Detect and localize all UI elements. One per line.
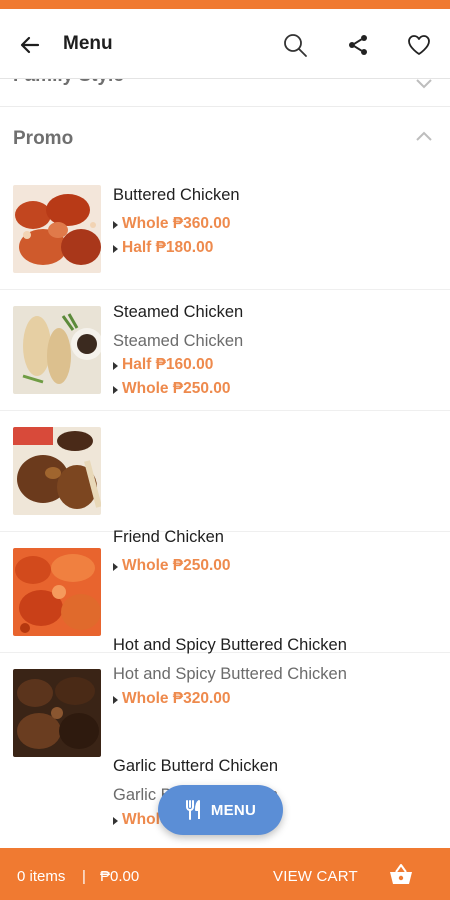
heart-icon [408, 35, 430, 55]
menu-fab-label: MENU [210, 801, 257, 819]
status-accent-strip [0, 0, 450, 9]
basket-icon[interactable] [388, 863, 414, 887]
app-bar: Menu [0, 9, 450, 79]
bullet-icon [113, 386, 118, 394]
bullet-icon [113, 362, 118, 370]
food-photo [13, 306, 101, 394]
cart-bar[interactable]: 0 items | ₱0.00 VIEW CART [0, 848, 450, 900]
search-icon [284, 34, 307, 57]
menu-item-steamed-chicken[interactable]: Steamed Chicken Steamed Chicken Half ₱16… [0, 290, 450, 411]
chevron-up-icon [416, 131, 432, 141]
menu-fab-button[interactable]: MENU [158, 785, 283, 835]
price-option[interactable]: Half ₱160.00 [113, 356, 213, 374]
share-button[interactable] [344, 31, 372, 59]
bullet-icon [113, 221, 118, 229]
favorite-button[interactable] [405, 31, 433, 59]
menu-item-friend-chicken[interactable]: Friend Chicken Whole ₱250.00 [0, 411, 450, 574]
price-option[interactable]: Half ₱180.00 [113, 239, 213, 257]
menu-item-hot-spicy-buttered-chicken[interactable]: Hot and Spicy Buttered Chicken Hot and S… [0, 532, 450, 707]
chevron-down-icon [416, 79, 432, 89]
page-title: Menu [63, 33, 113, 54]
section-title: Promo [13, 128, 74, 149]
share-icon [349, 35, 367, 55]
item-description: Steamed Chicken [113, 332, 244, 350]
back-button[interactable] [16, 31, 44, 59]
price-option[interactable]: Whole ₱250.00 [113, 380, 231, 398]
section-header-promo[interactable]: Promo [0, 109, 450, 169]
section-title: Family Style [13, 79, 124, 87]
item-name: Garlic Butterd Chicken [113, 757, 279, 775]
item-name: Steamed Chicken [113, 303, 244, 321]
food-photo [13, 427, 101, 515]
price-text: Whole ₱250.00 [122, 380, 231, 397]
price-text: Half ₱180.00 [122, 239, 214, 256]
price-text: Half ₱160.00 [122, 356, 214, 373]
menu-item-garlic-butterd-chicken[interactable]: Garlic Butterd Chicken Garlic Butterd Ch… [0, 653, 450, 828]
bullet-icon [113, 817, 118, 825]
menu-content: Family Style Promo Buttered Chicken Whol… [0, 79, 450, 848]
cart-item-count: 0 items [17, 868, 66, 885]
price-option[interactable]: Whole ₱360.00 [113, 215, 231, 233]
menu-item-buttered-chicken[interactable]: Buttered Chicken Whole ₱360.00 Half ₱180… [0, 169, 450, 290]
bullet-icon [113, 245, 118, 253]
food-photo [13, 669, 101, 757]
cart-total: ₱0.00 [100, 868, 140, 885]
item-name: Buttered Chicken [113, 186, 240, 204]
view-cart-button[interactable]: VIEW CART [273, 868, 358, 885]
section-header-family-style[interactable]: Family Style [0, 79, 450, 107]
cart-separator: | [82, 868, 86, 885]
food-photo [13, 548, 101, 636]
arrow-left-icon [20, 36, 40, 54]
price-text: Whole ₱360.00 [122, 215, 231, 232]
food-photo [13, 185, 101, 273]
search-button[interactable] [281, 31, 309, 59]
utensils-icon [185, 800, 200, 820]
